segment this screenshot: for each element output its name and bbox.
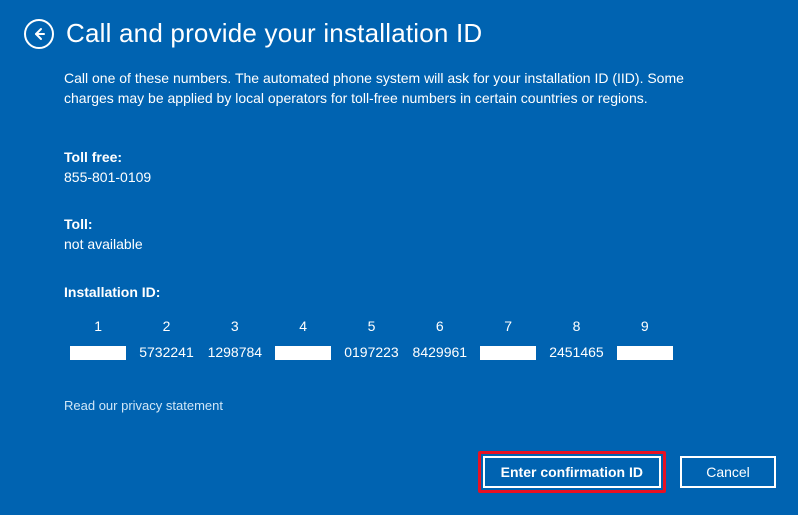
privacy-link[interactable]: Read our privacy statement bbox=[64, 397, 766, 415]
iid-val-3: 1298784 bbox=[201, 340, 269, 366]
iid-val-6: 8429961 bbox=[406, 340, 474, 366]
iid-col-5: 5 bbox=[337, 314, 405, 340]
redacted-block bbox=[480, 346, 536, 360]
toll-value: not available bbox=[64, 235, 766, 255]
page-title: Call and provide your installation ID bbox=[66, 18, 482, 49]
primary-highlight: Enter confirmation ID bbox=[478, 451, 666, 493]
toll-free-value: 855-801-0109 bbox=[64, 168, 766, 188]
iid-col-8: 8 bbox=[542, 314, 610, 340]
redacted-block bbox=[70, 346, 126, 360]
toll-section: Toll: not available bbox=[64, 215, 766, 254]
header: Call and provide your installation ID bbox=[0, 0, 798, 49]
redacted-block bbox=[617, 346, 673, 360]
iid-col-7: 7 bbox=[474, 314, 542, 340]
iid-col-6: 6 bbox=[406, 314, 474, 340]
iid-val-5: 0197223 bbox=[337, 340, 405, 366]
iid-val-4 bbox=[269, 340, 337, 366]
installation-id-label: Installation ID: bbox=[64, 283, 766, 303]
installation-id-header-row: 1 2 3 4 5 6 7 8 9 bbox=[64, 314, 679, 340]
iid-col-2: 2 bbox=[132, 314, 200, 340]
redacted-block bbox=[275, 346, 331, 360]
iid-val-9 bbox=[611, 340, 679, 366]
iid-col-4: 4 bbox=[269, 314, 337, 340]
toll-label: Toll: bbox=[64, 215, 766, 235]
arrow-left-icon bbox=[31, 26, 47, 42]
installation-id-table: 1 2 3 4 5 6 7 8 9 5732241 1298784 019722… bbox=[64, 314, 679, 365]
iid-val-8: 2451465 bbox=[542, 340, 610, 366]
installation-id-section: Installation ID: 1 2 3 4 5 6 7 8 9 57322… bbox=[64, 283, 766, 366]
iid-col-1: 1 bbox=[64, 314, 132, 340]
intro-text: Call one of these numbers. The automated… bbox=[64, 69, 724, 108]
iid-col-9: 9 bbox=[611, 314, 679, 340]
iid-val-1 bbox=[64, 340, 132, 366]
toll-free-section: Toll free: 855-801-0109 bbox=[64, 148, 766, 187]
iid-val-2: 5732241 bbox=[132, 340, 200, 366]
content: Call one of these numbers. The automated… bbox=[0, 49, 798, 416]
iid-val-7 bbox=[474, 340, 542, 366]
toll-free-label: Toll free: bbox=[64, 148, 766, 168]
footer: Enter confirmation ID Cancel bbox=[478, 451, 776, 493]
iid-col-3: 3 bbox=[201, 314, 269, 340]
back-button[interactable] bbox=[24, 19, 54, 49]
cancel-button[interactable]: Cancel bbox=[680, 456, 776, 488]
installation-id-value-row: 5732241 1298784 0197223 8429961 2451465 bbox=[64, 340, 679, 366]
enter-confirmation-id-button[interactable]: Enter confirmation ID bbox=[483, 456, 661, 488]
